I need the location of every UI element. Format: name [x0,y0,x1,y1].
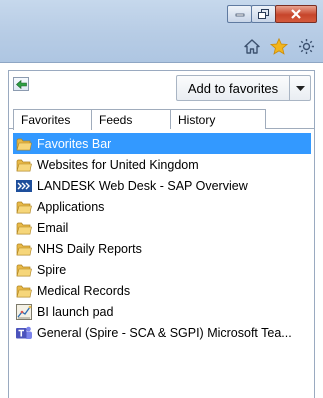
browser-toolbar [243,37,315,55]
favorite-item-applications[interactable]: Applications [13,196,311,217]
favorite-item-general-teams[interactable]: General (Spire - SCA & SGPI) Microsoft T… [13,322,311,343]
folder-icon [16,283,32,299]
restore-icon [257,9,269,19]
folder-icon [16,241,32,257]
home-icon [244,38,260,54]
favorite-item-medical-records[interactable]: Medical Records [13,280,311,301]
add-to-favorites-dropdown[interactable] [290,76,310,100]
pane-tabs: Favorites Feeds History [9,109,314,130]
add-to-favorites-label[interactable]: Add to favorites [177,76,289,100]
home-button[interactable] [243,37,261,55]
favorite-item-label: LANDESK Web Desk - SAP Overview [37,178,248,193]
landesk-icon [16,178,32,194]
favorite-item-label: General (Spire - SCA & SGPI) Microsoft T… [37,325,292,340]
add-to-favorites-button[interactable]: Add to favorites [176,75,311,101]
favorite-item-label: Websites for United Kingdom [37,157,199,172]
tab-feeds[interactable]: Feeds [91,109,171,129]
tools-button[interactable] [297,37,315,55]
favorite-item-label: Email [37,220,69,235]
favorite-item-label: BI launch pad [37,304,114,319]
pin-favorites-center-button[interactable] [13,77,29,91]
favorite-item-label: Medical Records [37,283,131,298]
folder-icon [16,220,32,236]
chevron-down-icon [295,85,305,91]
favorite-item-landesk-web-desk[interactable]: LANDESK Web Desk - SAP Overview [13,175,311,196]
star-icon [270,37,288,55]
favorite-item-spire[interactable]: Spire [13,259,311,280]
favorite-item-nhs-daily-reports[interactable]: NHS Daily Reports [13,238,311,259]
minimize-button[interactable] [227,5,252,23]
bi-launchpad-icon [16,303,32,320]
tab-favorites[interactable]: Favorites [13,109,92,130]
restore-button[interactable] [251,5,276,23]
favorites-list: Favorites Bar Websites for United Kingdo… [13,133,311,343]
favorite-item-label: Favorites Bar [37,136,112,151]
folder-icon [16,136,32,152]
favorites-button[interactable] [270,37,288,55]
favorite-item-label: Spire [37,262,67,277]
window-titlebar [0,0,323,63]
favorite-item-websites-for-united-kingdom[interactable]: Websites for United Kingdom [13,154,311,175]
folder-icon [16,199,32,215]
close-icon [291,9,301,19]
pin-arrow-icon [15,79,27,89]
teams-icon [16,325,32,341]
minimize-icon [235,13,244,17]
tab-history[interactable]: History [170,109,266,129]
folder-icon [16,157,32,173]
favorite-item-email[interactable]: Email [13,217,311,238]
gear-icon [298,38,314,54]
favorite-item-bi-launch-pad[interactable]: BI launch pad [13,301,311,322]
favorite-item-favorites-bar[interactable]: Favorites Bar [13,133,311,154]
close-button[interactable] [275,5,317,23]
favorite-item-label: NHS Daily Reports [37,241,142,256]
folder-icon [16,262,32,278]
caption-buttons [227,5,317,25]
favorites-center-pane: Add to favorites Favorites Feeds History… [8,70,315,398]
favorite-item-label: Applications [37,199,105,214]
